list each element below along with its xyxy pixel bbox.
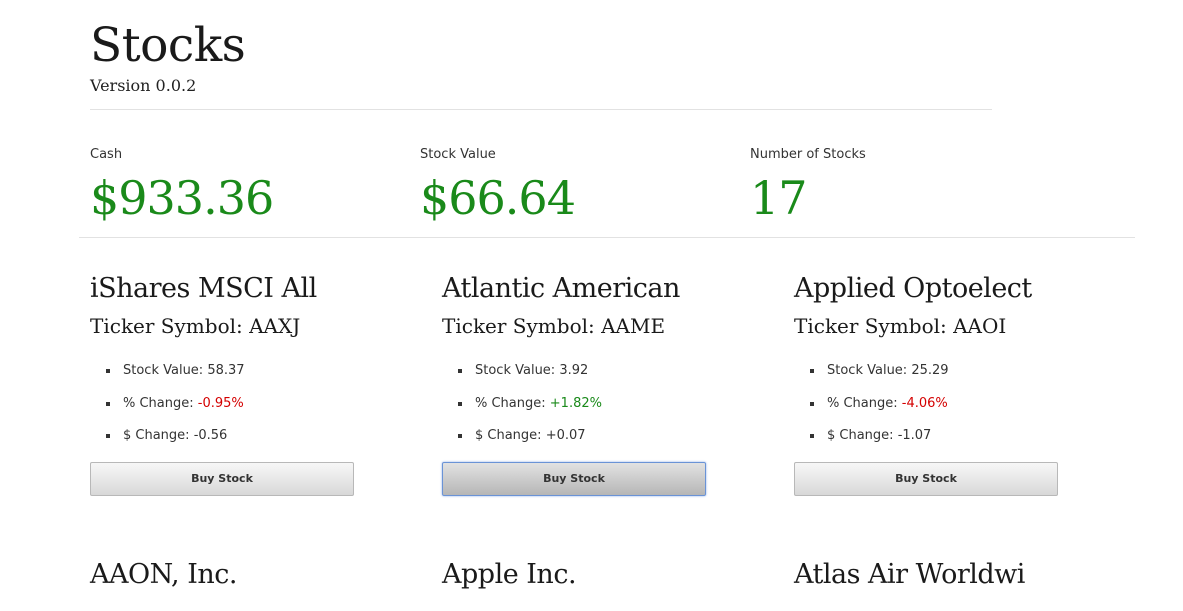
dollar-change-value: -0.56 [193, 428, 228, 443]
dollar-change-value: +0.07 [545, 428, 586, 443]
ticker-symbol: Ticker Symbol: AAXJ [90, 314, 301, 338]
dollar-change-item: $ Change: -1.07 [810, 427, 1094, 460]
stock-value-stat: Stock Value $66.64 [420, 146, 576, 228]
ticker-symbol: Ticker Symbol: AAME [442, 314, 666, 338]
stock-value-item: Stock Value: 3.92 [458, 362, 742, 395]
num-stocks-value: 17 [750, 171, 808, 225]
buy-stock-button[interactable]: Buy Stock [442, 461, 706, 496]
stock-card-aapl: Apple Inc. [442, 557, 742, 593]
dollar-change-item: $ Change: +0.07 [458, 427, 742, 460]
stock-details: Stock Value: 3.92 % Change: +1.82% $ Cha… [442, 362, 742, 460]
page-header: Stocks Version 0.0.2 [90, 18, 992, 110]
stock-name: AAON, Inc. [90, 559, 237, 590]
stock-card-aaoi: Applied Optoelect Ticker Symbol: AAOI St… [794, 271, 1094, 496]
portfolio-summary: Cash $933.36 Stock Value $66.64 Number o… [79, 146, 1135, 238]
stock-name: Applied Optoelect [794, 273, 1032, 304]
version-label: Version 0.0.2 [90, 76, 197, 95]
pct-change-value: +1.82% [549, 395, 602, 411]
pct-change-value: -0.95% [197, 395, 244, 411]
stock-value: 58.37 [207, 363, 245, 378]
stock-name: Apple Inc. [442, 559, 577, 590]
stock-details: Stock Value: 58.37 % Change: -0.95% $ Ch… [90, 362, 390, 460]
stock-value-item: Stock Value: 58.37 [106, 362, 390, 395]
stock-name: Atlantic American [442, 273, 680, 304]
pct-change-item: % Change: -0.95% [106, 395, 390, 428]
dollar-change-item: $ Change: -0.56 [106, 427, 390, 460]
num-stocks-label: Number of Stocks [750, 147, 866, 162]
num-stocks-stat: Number of Stocks 17 [750, 146, 866, 228]
stock-name: iShares MSCI All [90, 273, 317, 304]
buy-stock-button[interactable]: Buy Stock [90, 461, 354, 496]
cash-label: Cash [90, 147, 123, 162]
cash-stat: Cash $933.36 [90, 146, 274, 228]
ticker-symbol: Ticker Symbol: AAOI [794, 314, 1007, 338]
buy-stock-button[interactable]: Buy Stock [794, 461, 1058, 496]
stock-name: Atlas Air Worldwi [794, 559, 1025, 590]
page-title: Stocks [90, 18, 246, 73]
stock-value: 3.92 [559, 363, 589, 378]
stock-value-item: Stock Value: 25.29 [810, 362, 1094, 395]
pct-change-item: % Change: -4.06% [810, 395, 1094, 428]
dollar-change-value: -1.07 [897, 428, 932, 443]
stock-value: 25.29 [911, 363, 949, 378]
stock-card-aaxj: iShares MSCI All Ticker Symbol: AAXJ Sto… [90, 271, 390, 496]
stock-details: Stock Value: 25.29 % Change: -4.06% $ Ch… [794, 362, 1094, 460]
stock-value-label: Stock Value [420, 147, 496, 162]
stock-value-total: $66.64 [420, 171, 576, 225]
pct-change-item: % Change: +1.82% [458, 395, 742, 428]
pct-change-value: -4.06% [901, 395, 948, 411]
stock-card-aame: Atlantic American Ticker Symbol: AAME St… [442, 271, 742, 496]
stock-card-aaww: Atlas Air Worldwi [794, 557, 1094, 593]
stock-card-aaon: AAON, Inc. [90, 557, 390, 593]
cash-value: $933.36 [90, 171, 274, 225]
